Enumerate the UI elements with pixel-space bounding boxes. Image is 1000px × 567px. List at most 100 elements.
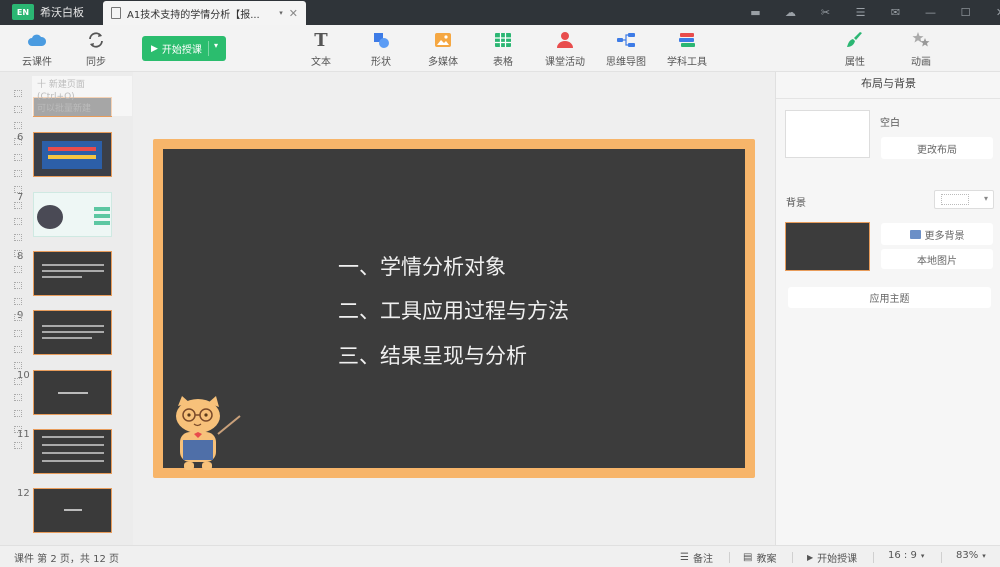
thumbnail-tool-icon[interactable] bbox=[14, 218, 22, 225]
play-icon: ▶ bbox=[807, 553, 814, 562]
tool-shape-label: 形状 bbox=[371, 57, 391, 68]
apply-theme-button[interactable]: 应用主题 bbox=[788, 287, 991, 308]
thumbnail-tool-icon[interactable] bbox=[14, 186, 22, 193]
thumbnail-tool-icon[interactable] bbox=[14, 282, 22, 289]
properties-button[interactable]: 属性 bbox=[845, 30, 865, 68]
thumbnail-tool-icon[interactable] bbox=[14, 154, 22, 161]
maximize-icon[interactable]: ☐ bbox=[948, 6, 983, 19]
toolbar: 云课件 同步 ▶ 开始授课 ▾ T 文本 形状 多媒体 表格 课堂活动 思维导图… bbox=[0, 25, 1000, 72]
thumbnail-tool-icon[interactable] bbox=[14, 346, 22, 353]
cloud-courseware-button[interactable]: 云课件 bbox=[22, 30, 52, 68]
thumbnail-tool-icon[interactable] bbox=[14, 90, 22, 97]
brush-icon bbox=[845, 30, 865, 50]
status-start-label: 开始授课 bbox=[817, 554, 858, 565]
thumbnail-tool-icon[interactable] bbox=[14, 122, 22, 129]
thumbnail-tool-icon[interactable] bbox=[14, 314, 22, 321]
person-icon bbox=[555, 30, 575, 50]
more-backgrounds-button[interactable]: 更多背景 bbox=[881, 223, 993, 245]
app-logo: EN bbox=[12, 4, 34, 20]
background-color-select[interactable]: ▾ bbox=[934, 190, 994, 209]
thumbnail-tool-icon[interactable] bbox=[14, 266, 22, 273]
zoom-select[interactable]: 83% ▾ bbox=[956, 550, 986, 561]
zoom-value: 83% bbox=[956, 550, 979, 561]
tab-close-icon[interactable]: ✕ bbox=[289, 7, 298, 20]
slide-text-line[interactable]: 三、结果呈现与分析 bbox=[338, 340, 527, 370]
slide-text-line[interactable]: 二、工具应用过程与方法 bbox=[338, 295, 569, 325]
stars-icon bbox=[911, 30, 931, 50]
start-teaching-button[interactable]: ▶ 开始授课 ▾ bbox=[142, 36, 226, 61]
cloud-courseware-label: 云课件 bbox=[22, 57, 52, 68]
sync-label: 同步 bbox=[86, 57, 106, 68]
tool-activity-button[interactable]: 课堂活动 bbox=[545, 30, 585, 68]
tab-dropdown-icon[interactable]: ▾ bbox=[279, 9, 283, 17]
tool-media-label: 多媒体 bbox=[428, 57, 458, 68]
thumbnail-tool-icon[interactable] bbox=[14, 426, 22, 433]
mail-icon[interactable]: ✉ bbox=[878, 6, 913, 19]
thumbnail-tool-icon[interactable] bbox=[14, 442, 22, 449]
tooltip-line: 十 新建页面 bbox=[37, 80, 85, 90]
app-brand[interactable]: EN 希沃白板 bbox=[12, 4, 84, 20]
tool-mindmap-button[interactable]: 思维导图 bbox=[606, 30, 646, 68]
layout-preview[interactable] bbox=[785, 110, 870, 158]
tool-mindmap-label: 思维导图 bbox=[606, 57, 646, 68]
tool-table-button[interactable]: 表格 bbox=[493, 30, 513, 68]
thumbnail-image bbox=[33, 192, 112, 237]
thumbnail-tool-icon[interactable] bbox=[14, 298, 22, 305]
page-info: 课件 第 2 页，共 12 页 bbox=[14, 554, 119, 565]
lesson-plan-label: 教案 bbox=[756, 554, 777, 565]
background-preview[interactable] bbox=[785, 222, 870, 271]
shape-icon bbox=[371, 30, 391, 50]
thumbnail-tool-icon[interactable] bbox=[14, 330, 22, 337]
table-icon bbox=[493, 30, 513, 50]
thumbnail-tool-icon[interactable] bbox=[14, 394, 22, 401]
thumbnail-image bbox=[33, 370, 112, 415]
thumbnail-tool-icon[interactable] bbox=[14, 106, 22, 113]
tool-shape-button[interactable]: 形状 bbox=[371, 30, 391, 68]
tool-text-button[interactable]: T 文本 bbox=[311, 30, 331, 69]
thumbnail-image bbox=[33, 132, 112, 177]
tool-media-button[interactable]: 多媒体 bbox=[428, 30, 458, 68]
sync-cloud-icon[interactable]: ☁ bbox=[773, 6, 808, 19]
animation-label: 动画 bbox=[911, 57, 931, 68]
tooltip-shortcut: (Ctrl+O) bbox=[37, 92, 75, 102]
slide-thumbnail-panel[interactable]: 6 7 8 9 10 11 12 bbox=[0, 72, 133, 545]
sync-button[interactable]: 同步 bbox=[86, 30, 106, 68]
menu-icon[interactable]: ☰ bbox=[843, 6, 878, 19]
local-image-button[interactable]: 本地图片 bbox=[881, 249, 993, 269]
skin-icon[interactable]: ▬ bbox=[738, 6, 773, 19]
tool-subject-label: 学科工具 bbox=[667, 57, 707, 68]
thumbnail-tool-icon[interactable] bbox=[14, 250, 22, 257]
aspect-ratio-select[interactable]: 16 : 9 ▾ bbox=[888, 550, 924, 561]
thumbnail-tool-icon[interactable] bbox=[14, 362, 22, 369]
thumbnail-tool-icon[interactable] bbox=[14, 378, 22, 385]
more-backgrounds-label: 更多背景 bbox=[924, 230, 965, 242]
thumbnail-item[interactable]: 12 bbox=[0, 488, 133, 538]
lesson-plan-button[interactable]: ▤ 教案 bbox=[743, 550, 776, 565]
status-bar: 课件 第 2 页，共 12 页 ☰ 备注 ▤ 教案 ▶ 开始授课 16 : 9 … bbox=[0, 545, 1000, 567]
window-controls: ▬ ☁ ✂ ☰ ✉ — ☐ ✕ bbox=[738, 0, 1000, 25]
thumbnail-image bbox=[33, 429, 112, 474]
document-icon: ▤ bbox=[743, 552, 753, 563]
thumbnail-tool-icon[interactable] bbox=[14, 170, 22, 177]
start-options-dropdown-icon[interactable]: ▾ bbox=[214, 41, 218, 50]
minimize-icon[interactable]: — bbox=[913, 6, 948, 19]
thumbnail-tool-icon[interactable] bbox=[14, 410, 22, 417]
thumbnail-tool-icon[interactable] bbox=[14, 234, 22, 241]
slide-text-line[interactable]: 一、学情分析对象 bbox=[338, 251, 506, 281]
status-start-button[interactable]: ▶ 开始授课 bbox=[807, 550, 857, 565]
picture-icon bbox=[909, 229, 921, 239]
close-window-icon[interactable]: ✕ bbox=[983, 6, 1000, 19]
thumbnail-tool-icon[interactable] bbox=[14, 202, 22, 209]
change-layout-button[interactable]: 更改布局 bbox=[881, 137, 993, 159]
scissors-icon[interactable]: ✂ bbox=[808, 6, 843, 19]
document-icon bbox=[111, 7, 121, 19]
tool-subject-button[interactable]: 学科工具 bbox=[667, 30, 707, 68]
layout-blank-label: 空白 bbox=[880, 118, 900, 129]
notes-button[interactable]: ☰ 备注 bbox=[680, 550, 713, 565]
cloud-icon bbox=[27, 30, 47, 50]
tool-table-label: 表格 bbox=[493, 57, 513, 68]
animation-button[interactable]: 动画 bbox=[911, 30, 931, 68]
document-tab[interactable]: A1技术支持的学情分析【报... ▾ ✕ bbox=[103, 1, 306, 25]
thumbnail-image bbox=[33, 310, 112, 355]
thumbnail-tool-icon[interactable] bbox=[14, 138, 22, 145]
